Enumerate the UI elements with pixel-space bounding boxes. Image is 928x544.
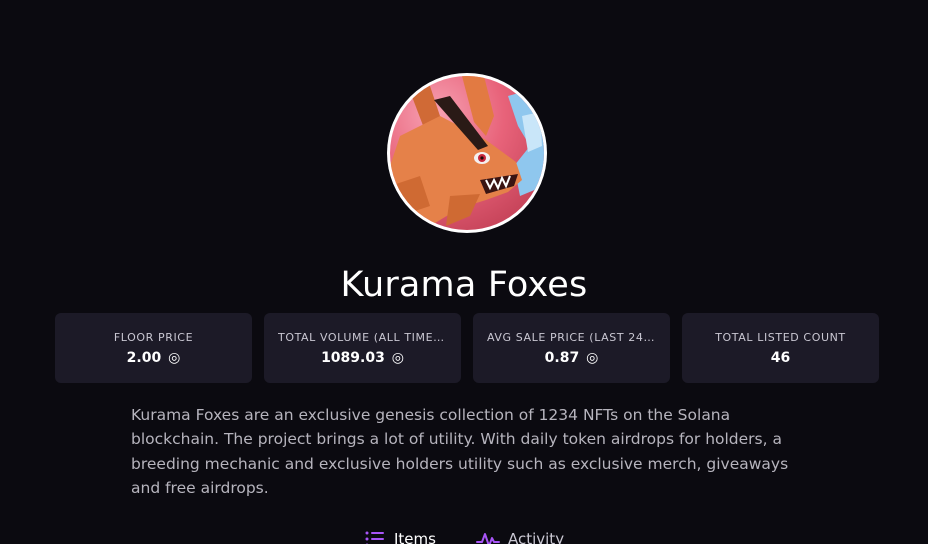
stat-card-floor-price: FLOOR PRICE 2.00 ◎ bbox=[55, 313, 252, 383]
stat-value-wrap: 2.00 ◎ bbox=[127, 349, 181, 367]
stat-value: 46 bbox=[770, 349, 791, 366]
stat-label: AVG SALE PRICE (LAST 24HR) bbox=[487, 330, 656, 344]
tab-activity-label: Activity bbox=[507, 530, 565, 544]
collection-avatar bbox=[387, 73, 547, 233]
tab-items[interactable]: Items bbox=[364, 530, 436, 544]
stat-label: TOTAL LISTED COUNT bbox=[715, 330, 846, 344]
stat-card-total-listed: TOTAL LISTED COUNT 46 bbox=[682, 313, 879, 383]
stat-value: 2.00 bbox=[126, 349, 162, 366]
stat-value-wrap: 0.87 ◎ bbox=[545, 349, 599, 367]
tab-activity[interactable]: Activity bbox=[475, 530, 565, 544]
stat-value: 0.87 bbox=[544, 349, 580, 366]
stat-value: 1089.03 bbox=[321, 349, 385, 366]
collection-page: Kurama Foxes FLOOR PRICE 2.00 ◎ TOTAL VO… bbox=[0, 0, 928, 544]
list-icon bbox=[365, 531, 384, 544]
collection-tabs: Items Activity bbox=[364, 530, 564, 544]
stat-card-avg-sale-price: AVG SALE PRICE (LAST 24HR) 0.87 ◎ bbox=[473, 313, 670, 383]
collection-title: Kurama Foxes bbox=[340, 265, 588, 305]
activity-icon bbox=[475, 533, 500, 544]
stat-card-total-volume: TOTAL VOLUME (ALL TIME, SOL) 1089.03 ◎ bbox=[264, 313, 461, 383]
solana-icon: ◎ bbox=[391, 349, 404, 366]
solana-icon: ◎ bbox=[168, 349, 181, 366]
stats-row: FLOOR PRICE 2.00 ◎ TOTAL VOLUME (ALL TIM… bbox=[55, 313, 879, 383]
stat-value-wrap: 46 bbox=[771, 349, 790, 367]
solana-icon: ◎ bbox=[586, 349, 599, 366]
collection-description: Kurama Foxes are an exclusive genesis co… bbox=[131, 406, 789, 498]
fox-avatar-image bbox=[390, 76, 544, 230]
stat-label: TOTAL VOLUME (ALL TIME, SOL) bbox=[278, 330, 447, 344]
stat-label: FLOOR PRICE bbox=[113, 330, 194, 344]
stat-value-wrap: 1089.03 ◎ bbox=[321, 349, 404, 367]
tab-items-label: Items bbox=[394, 530, 436, 544]
